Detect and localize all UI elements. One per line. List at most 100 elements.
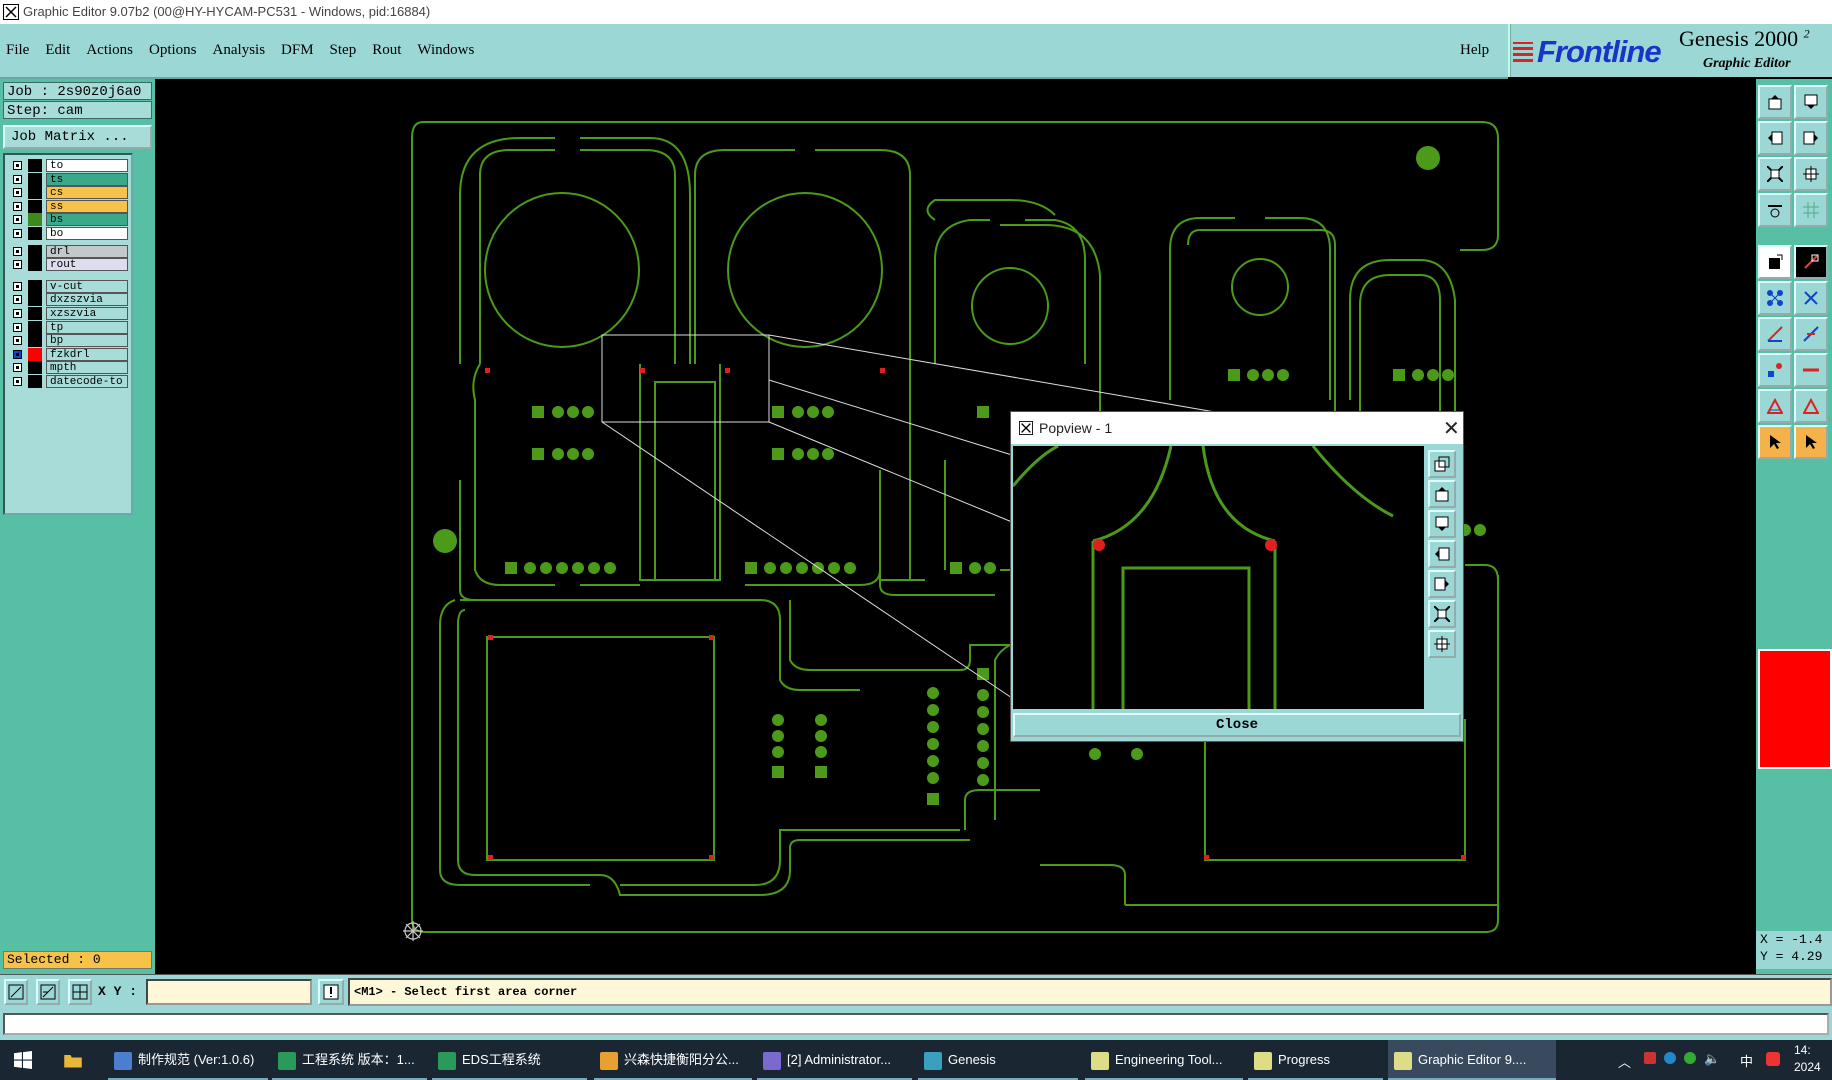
layer-row-tp[interactable]: tp bbox=[8, 320, 128, 334]
close-icon[interactable]: ✕ bbox=[1443, 416, 1460, 441]
layer-name[interactable]: rout bbox=[46, 258, 128, 272]
taskbar-item[interactable]: Progress bbox=[1248, 1040, 1383, 1080]
layer-name[interactable]: bp bbox=[46, 334, 128, 348]
layer-color-swatch[interactable] bbox=[28, 320, 42, 334]
menu-options[interactable]: Options bbox=[149, 42, 197, 59]
grid-toggle-button[interactable] bbox=[68, 979, 92, 1005]
menu-analysis[interactable]: Analysis bbox=[213, 42, 266, 59]
dash-button[interactable] bbox=[1794, 353, 1828, 387]
layer-color-swatch[interactable] bbox=[28, 159, 42, 172]
layer-name[interactable]: mpth bbox=[46, 361, 128, 375]
layer-name[interactable]: bo bbox=[46, 227, 128, 240]
layer-checkbox[interactable] bbox=[13, 322, 22, 332]
taskbar-item[interactable]: Graphic Editor 9.... bbox=[1388, 1040, 1556, 1080]
menu-actions[interactable]: Actions bbox=[86, 42, 133, 59]
layer-row-datecode-to[interactable]: datecode-to bbox=[8, 375, 128, 388]
graphic-canvas[interactable] bbox=[155, 79, 1756, 974]
layer-color-swatch[interactable] bbox=[28, 293, 42, 307]
layer-name[interactable]: cs bbox=[46, 186, 128, 200]
popview-pan-left-button[interactable] bbox=[1428, 540, 1456, 568]
menu-dfm[interactable]: DFM bbox=[281, 42, 314, 59]
menu-file[interactable]: File bbox=[6, 42, 29, 59]
triangle-alt-button[interactable] bbox=[1794, 389, 1828, 423]
layer-row-mpth[interactable]: mpth bbox=[8, 361, 128, 375]
layer-row-ss[interactable]: ss bbox=[8, 199, 128, 213]
layer-checkbox[interactable] bbox=[13, 363, 22, 373]
popview-title-bar[interactable]: Popview - 1 ✕ bbox=[1011, 412, 1463, 444]
popview-close-button[interactable]: Close bbox=[1013, 713, 1461, 737]
popview-fit-button[interactable] bbox=[1428, 600, 1456, 628]
menu-rout[interactable]: Rout bbox=[372, 42, 401, 59]
layer-row-v-cut[interactable]: v-cut bbox=[8, 279, 128, 293]
layer-checkbox[interactable] bbox=[13, 229, 22, 238]
taskbar-item[interactable]: 制作规范 (Ver:1.0.6) bbox=[108, 1040, 268, 1080]
layer-row-bp[interactable]: bp bbox=[8, 334, 128, 348]
select-button[interactable] bbox=[1758, 425, 1792, 459]
triangle-button[interactable] bbox=[1758, 389, 1792, 423]
snap-button[interactable] bbox=[1758, 193, 1792, 227]
layer-color-swatch[interactable] bbox=[28, 199, 42, 213]
layer-row-ts[interactable]: ts bbox=[8, 172, 128, 186]
select-alt-button[interactable] bbox=[1794, 425, 1828, 459]
layer-color-swatch[interactable] bbox=[28, 361, 42, 375]
layer-row-cs[interactable]: cs bbox=[8, 186, 128, 200]
layer-checkbox[interactable] bbox=[13, 174, 22, 184]
pan-left-button[interactable] bbox=[1758, 121, 1792, 155]
layer-row-drl[interactable]: drl bbox=[8, 244, 128, 258]
layer-checkbox[interactable] bbox=[13, 349, 22, 359]
pan-right-button[interactable] bbox=[1794, 121, 1828, 155]
sogou-icon[interactable] bbox=[1766, 1052, 1780, 1066]
layer-name[interactable]: tp bbox=[46, 320, 128, 334]
layer-color-swatch[interactable] bbox=[28, 307, 42, 320]
layer-name[interactable]: dxzszvia bbox=[46, 293, 128, 307]
layer-color-swatch[interactable] bbox=[28, 375, 42, 388]
menu-windows[interactable]: Windows bbox=[417, 42, 474, 59]
layer-row-bo[interactable]: bo bbox=[8, 227, 128, 240]
grid-button[interactable] bbox=[1794, 193, 1828, 227]
popview-zoom-button[interactable] bbox=[1428, 450, 1456, 478]
taskbar-item[interactable]: [2] Administrator... bbox=[757, 1040, 912, 1080]
layer-name[interactable]: xzszvia bbox=[46, 307, 128, 320]
layer-row-dxzszvia[interactable]: dxzszvia bbox=[8, 293, 128, 307]
menu-edit[interactable]: Edit bbox=[45, 42, 70, 59]
zoom-in-button[interactable] bbox=[1794, 157, 1828, 191]
pad-button[interactable] bbox=[1758, 353, 1792, 387]
highlight-button[interactable] bbox=[1794, 245, 1828, 279]
layer-name[interactable]: to bbox=[46, 159, 128, 172]
popview-pan-down-button[interactable] bbox=[1428, 510, 1456, 538]
layer-checkbox[interactable] bbox=[13, 295, 22, 305]
layer-checkbox[interactable] bbox=[13, 281, 22, 291]
layer-color-swatch[interactable] bbox=[28, 334, 42, 348]
popview-pan-up-button[interactable] bbox=[1428, 480, 1456, 508]
zoom-area-button[interactable] bbox=[4, 979, 28, 1005]
chevron-up-icon[interactable]: ︿ bbox=[1618, 1052, 1631, 1071]
net-button[interactable] bbox=[1758, 281, 1792, 315]
layer-checkbox[interactable] bbox=[13, 336, 22, 346]
layer-row-xzszvia[interactable]: xzszvia bbox=[8, 307, 128, 320]
layer-color-swatch[interactable] bbox=[28, 279, 42, 293]
job-matrix-button[interactable]: Job Matrix ... bbox=[3, 125, 152, 149]
xy-input[interactable] bbox=[146, 979, 312, 1005]
layer-name[interactable]: ss bbox=[46, 199, 128, 213]
layer-name[interactable]: fzkdrl bbox=[46, 347, 128, 361]
taskbar-item[interactable]: EDS工程系统 bbox=[432, 1040, 587, 1080]
popview-zoom-in-button[interactable] bbox=[1428, 630, 1456, 658]
volume-icon[interactable]: 🔈 bbox=[1704, 1051, 1720, 1067]
layer-checkbox[interactable] bbox=[13, 161, 22, 170]
layer-row-bs[interactable]: bs bbox=[8, 213, 128, 227]
taskbar-item[interactable]: Engineering Tool... bbox=[1085, 1040, 1243, 1080]
layer-row-to[interactable]: to bbox=[8, 159, 128, 172]
menu-step[interactable]: Step bbox=[330, 42, 357, 59]
popview-canvas[interactable] bbox=[1011, 444, 1424, 720]
layer-checkbox[interactable] bbox=[13, 260, 22, 270]
info-button[interactable] bbox=[318, 979, 344, 1005]
ime-indicator[interactable]: 中 bbox=[1740, 1051, 1753, 1070]
layer-name[interactable]: ts bbox=[46, 172, 128, 186]
layer-color-swatch[interactable] bbox=[28, 227, 42, 240]
layer-checkbox[interactable] bbox=[13, 309, 22, 318]
layer-name[interactable]: v-cut bbox=[46, 279, 128, 293]
layer-checkbox[interactable] bbox=[13, 377, 22, 386]
measure-button[interactable] bbox=[1758, 245, 1792, 279]
cross-button[interactable] bbox=[1794, 281, 1828, 315]
layer-row-fzkdrl[interactable]: fzkdrl bbox=[8, 347, 128, 361]
